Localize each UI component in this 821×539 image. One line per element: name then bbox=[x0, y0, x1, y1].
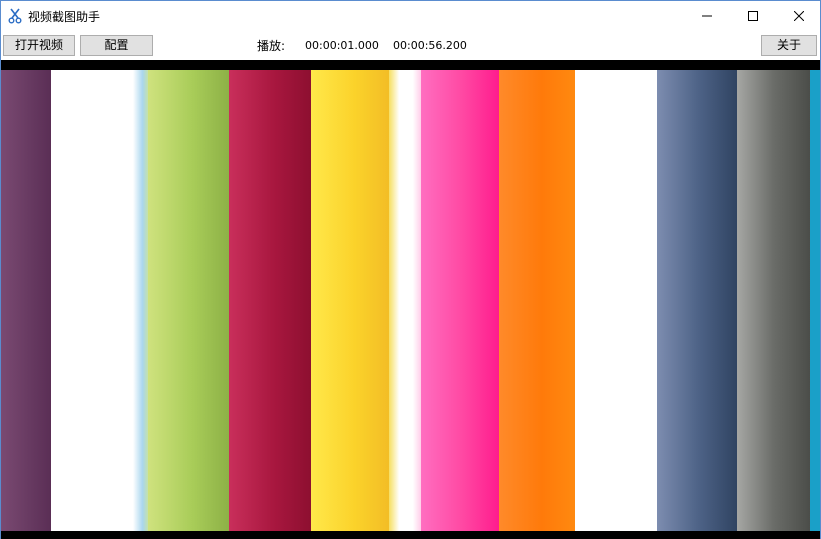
current-time: 00:00:01.000 bbox=[305, 39, 379, 52]
config-button[interactable]: 配置 bbox=[80, 35, 153, 56]
stripe-light-blue bbox=[133, 70, 149, 531]
window-title: 视频截图助手 bbox=[28, 10, 101, 24]
app-window: 视频截图助手 打开视频 配置 播放: 00:00:01.000 00:00:56… bbox=[0, 0, 821, 539]
open-video-button[interactable]: 打开视频 bbox=[3, 35, 75, 56]
maximize-icon bbox=[748, 10, 758, 24]
stripe-gray bbox=[737, 70, 811, 531]
title-bar: 视频截图助手 bbox=[1, 1, 820, 32]
total-time: 00:00:56.200 bbox=[393, 39, 467, 52]
toolbar: 打开视频 配置 播放: 00:00:01.000 00:00:56.200 关于 bbox=[1, 32, 820, 60]
video-frame bbox=[1, 70, 820, 531]
stripe-crimson bbox=[229, 70, 311, 531]
stripe-white bbox=[51, 70, 137, 531]
stripe-orange bbox=[499, 70, 577, 531]
scissors-icon bbox=[8, 8, 22, 24]
stripe-yellow bbox=[311, 70, 391, 531]
stripe-purple bbox=[1, 70, 51, 531]
close-button[interactable] bbox=[776, 1, 821, 32]
stripe-lime bbox=[148, 70, 230, 531]
stripe-white-3 bbox=[575, 70, 659, 531]
minimize-button[interactable] bbox=[684, 1, 730, 32]
about-button[interactable]: 关于 bbox=[761, 35, 817, 56]
close-icon bbox=[793, 10, 805, 24]
play-label: 播放: bbox=[257, 39, 286, 53]
maximize-button[interactable] bbox=[730, 1, 776, 32]
minimize-icon bbox=[702, 10, 712, 24]
stripe-cyan bbox=[810, 70, 820, 531]
stripe-slate-blue bbox=[657, 70, 739, 531]
stripe-pink bbox=[421, 70, 501, 531]
stripe-white-2 bbox=[389, 70, 423, 531]
video-player[interactable] bbox=[1, 60, 820, 539]
